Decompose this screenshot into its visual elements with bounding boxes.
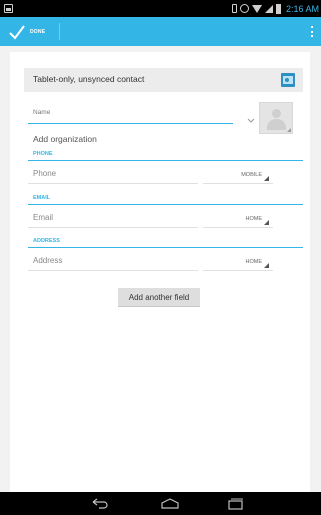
navigation-bar xyxy=(0,492,321,515)
signal-icon xyxy=(264,4,273,13)
avatar-body xyxy=(267,119,286,130)
phone-type-label: MOBILE xyxy=(241,172,262,178)
section-header-phone: PHONE xyxy=(28,151,303,161)
spinner-corner-icon xyxy=(264,176,269,181)
address-type-label: HOME xyxy=(245,259,263,265)
status-time: 2:16 AM xyxy=(285,3,319,14)
address-header-label: ADDRESS xyxy=(33,238,60,244)
action-divider xyxy=(59,23,60,40)
contact-editor: Tablet-only, unsynced contact Name Add o… xyxy=(10,52,310,492)
address-type-spinner[interactable]: HOME xyxy=(203,255,273,271)
expand-name-icon[interactable] xyxy=(246,110,256,123)
section-header-email: EMAIL xyxy=(28,195,303,205)
email-type-spinner[interactable]: HOME xyxy=(203,212,273,228)
action-bar: DONE xyxy=(0,17,321,46)
overflow-menu-icon xyxy=(311,35,313,37)
address-field[interactable]: Address xyxy=(28,255,198,271)
email-field[interactable]: Email xyxy=(28,212,198,228)
phone-field[interactable]: Phone xyxy=(28,168,198,184)
spinner-corner-icon xyxy=(264,263,269,268)
gallery-icon xyxy=(4,4,13,13)
overflow-menu-button[interactable] xyxy=(309,23,315,40)
section-header-address: ADDRESS xyxy=(28,238,303,248)
status-icons: 2:16 AM xyxy=(231,2,319,15)
check-icon xyxy=(8,23,26,41)
spinner-corner-icon xyxy=(264,220,269,225)
back-icon[interactable] xyxy=(89,496,111,511)
status-bar: 2:16 AM xyxy=(0,0,321,17)
contact-card-icon xyxy=(281,73,295,87)
alarm-icon xyxy=(239,4,249,13)
vibrate-icon xyxy=(231,4,237,13)
overflow-menu-icon xyxy=(311,30,313,33)
contact-photo[interactable] xyxy=(259,102,293,134)
address-placeholder: Address xyxy=(33,256,63,265)
name-field[interactable]: Name xyxy=(28,104,233,124)
done-label: DONE xyxy=(30,28,46,35)
account-label: Tablet-only, unsynced contact xyxy=(33,74,145,84)
account-header: Tablet-only, unsynced contact xyxy=(24,68,303,92)
overflow-menu-icon xyxy=(311,26,313,28)
battery-icon xyxy=(275,3,281,14)
phone-type-spinner[interactable]: MOBILE xyxy=(203,168,273,184)
done-button[interactable]: DONE xyxy=(0,17,62,46)
name-placeholder: Name xyxy=(33,109,51,116)
add-another-field-button[interactable]: Add another field xyxy=(118,288,200,307)
photo-corner-icon xyxy=(287,128,291,132)
email-placeholder: Email xyxy=(33,213,54,222)
wifi-icon xyxy=(251,4,262,13)
phone-placeholder: Phone xyxy=(33,169,57,178)
recents-icon[interactable] xyxy=(224,496,246,511)
content-area: Tablet-only, unsynced contact Name Add o… xyxy=(0,46,321,492)
email-type-label: HOME xyxy=(245,216,263,222)
avatar-head xyxy=(272,109,281,118)
add-organization-link[interactable]: Add organization xyxy=(33,134,97,144)
phone-header-label: PHONE xyxy=(33,151,53,157)
add-another-field-label: Add another field xyxy=(128,292,190,302)
home-icon[interactable] xyxy=(159,496,181,511)
email-header-label: EMAIL xyxy=(33,195,51,201)
